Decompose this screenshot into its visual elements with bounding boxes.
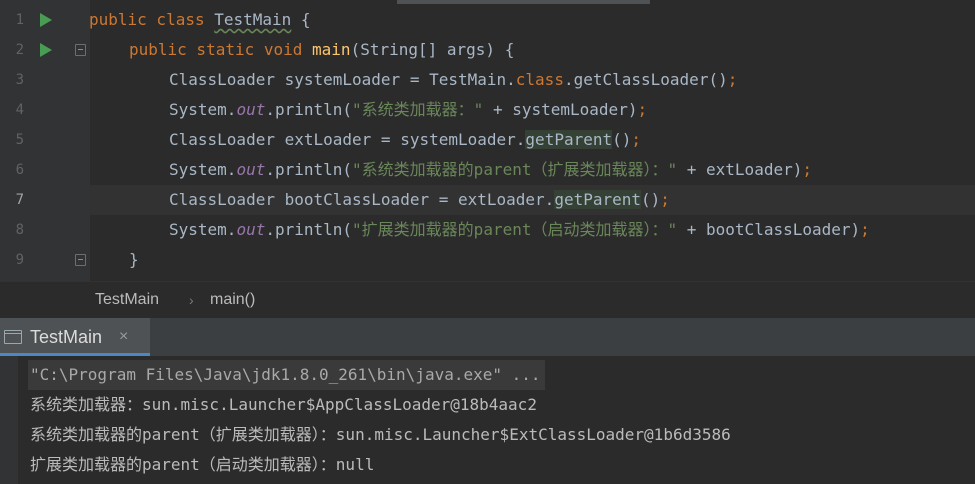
code-token: ()	[612, 130, 632, 149]
code-text: public static void main(String[] args) {	[129, 35, 514, 65]
code-text: System.out.println("系统类加载器的parent（扩展类加载器…	[169, 155, 812, 185]
code-text: ClassLoader bootClassLoader = extLoader.…	[169, 185, 670, 215]
code-token: }	[129, 250, 139, 269]
code-text: }	[129, 245, 139, 275]
code-token: System.	[169, 160, 237, 179]
close-icon[interactable]: ×	[119, 318, 128, 356]
code-line[interactable]: 9 }	[0, 245, 975, 275]
code-token: + extLoader)	[677, 160, 803, 179]
code-line[interactable]: 6 System.out.println("系统类加载器的parent（扩展类加…	[0, 155, 975, 185]
semicolon-token: ;	[637, 100, 648, 119]
semicolon-token: ;	[631, 130, 642, 149]
string-literal: "系统类加载器："	[352, 100, 484, 119]
run-gutter-icon[interactable]	[40, 43, 52, 57]
line-number[interactable]: 9	[0, 245, 24, 275]
fold-icon[interactable]	[75, 44, 86, 56]
code-line[interactable]: 3 ClassLoader systemLoader = TestMain.cl…	[0, 65, 975, 95]
semicolon-token: ;	[802, 160, 812, 179]
code-token: System.	[169, 220, 237, 239]
code-text: System.out.println("扩展类加载器的parent（启动类加载器…	[169, 215, 870, 245]
method-token: main	[312, 40, 351, 59]
tab-run-testmain[interactable]: TestMain ×	[0, 318, 150, 356]
code-token: ()	[641, 190, 661, 209]
code-token: ClassLoader bootClassLoader = extLoader.	[169, 190, 555, 209]
console-command-line[interactable]: "C:\Program Files\Java\jdk1.8.0_261\bin\…	[28, 360, 545, 390]
semicolon-token: ;	[727, 70, 738, 89]
code-line[interactable]: 5 ClassLoader extLoader = systemLoader.g…	[0, 125, 975, 155]
code-editor[interactable]: 1 public class TestMain { 2 public stati…	[0, 0, 975, 281]
tab-label: TestMain	[30, 327, 103, 347]
line-number[interactable]: 2	[0, 35, 24, 65]
console-toolbar-strip	[0, 356, 18, 484]
breadcrumb-item-class[interactable]: TestMain	[95, 282, 159, 318]
code-token: .println(	[265, 100, 353, 119]
code-text: ClassLoader extLoader = systemLoader.get…	[169, 125, 641, 155]
string-literal: "扩展类加载器的parent（启动类加载器）："	[352, 220, 678, 239]
code-token: ClassLoader systemLoader = TestMain.	[169, 70, 516, 89]
line-number[interactable]: 3	[0, 65, 24, 95]
usage-highlight-token: getParent	[554, 190, 642, 209]
console-output-line: 系统类加载器：sun.misc.Launcher$AppClassLoader@…	[30, 395, 537, 414]
keyword-token: public static void	[129, 40, 313, 59]
code-token: (String[] args) {	[350, 40, 515, 59]
fold-icon[interactable]	[75, 254, 86, 266]
line-number[interactable]: 7	[0, 185, 24, 215]
semicolon-token: ;	[860, 220, 870, 239]
line-number[interactable]: 1	[0, 5, 24, 35]
code-line[interactable]: 4 System.out.println("系统类加载器：" + systemL…	[0, 95, 975, 125]
console-output-line: 系统类加载器的parent（扩展类加载器）：sun.misc.Launcher$…	[30, 425, 731, 444]
code-line[interactable]: 1 public class TestMain {	[0, 5, 975, 35]
line-number[interactable]: 5	[0, 125, 24, 155]
string-literal: "系统类加载器的parent（扩展类加载器）："	[352, 160, 678, 179]
horizontal-scroll-thumb[interactable]	[397, 0, 650, 4]
code-text: public class TestMain {	[89, 5, 311, 35]
code-line[interactable]: 8 System.out.println("扩展类加载器的parent（启动类加…	[0, 215, 975, 245]
class-name-token: TestMain	[214, 10, 292, 29]
line-number[interactable]: 4	[0, 95, 24, 125]
line-number[interactable]: 8	[0, 215, 24, 245]
keyword-token: class	[515, 70, 564, 89]
code-line-current[interactable]: 7 ClassLoader bootClassLoader = extLoade…	[0, 185, 975, 215]
static-field-token: out	[236, 160, 266, 179]
line-number[interactable]: 6	[0, 155, 24, 185]
code-token: System.	[169, 100, 237, 119]
run-tool-window-tabs: TestMain ×	[0, 318, 975, 356]
code-token: {	[291, 10, 311, 29]
breadcrumb: TestMain › main()	[0, 281, 975, 319]
run-gutter-icon[interactable]	[40, 13, 52, 27]
code-token: .getClassLoader()	[563, 70, 728, 89]
usage-highlight-token: getParent	[525, 130, 613, 149]
code-token: ClassLoader extLoader = systemLoader.	[169, 130, 526, 149]
code-token: .println(	[265, 160, 353, 179]
keyword-token: public class	[89, 10, 215, 29]
breadcrumb-separator: ›	[189, 292, 194, 308]
semicolon-token: ;	[660, 190, 670, 209]
console-tab-icon	[4, 330, 22, 344]
code-token: + systemLoader)	[483, 100, 638, 119]
static-field-token: out	[236, 220, 266, 239]
code-line[interactable]: 2 public static void main(String[] args)…	[0, 35, 975, 65]
code-token: + bootClassLoader)	[677, 220, 861, 239]
static-field-token: out	[236, 100, 266, 119]
code-text: ClassLoader systemLoader = TestMain.clas…	[169, 65, 737, 95]
code-text: System.out.println("系统类加载器：" + systemLoa…	[169, 95, 647, 125]
code-token: .println(	[265, 220, 353, 239]
console-output[interactable]: "C:\Program Files\Java\jdk1.8.0_261\bin\…	[0, 356, 975, 484]
console-output-line: 扩展类加载器的parent（启动类加载器）：null	[30, 455, 375, 474]
breadcrumb-item-method[interactable]: main()	[210, 282, 255, 318]
